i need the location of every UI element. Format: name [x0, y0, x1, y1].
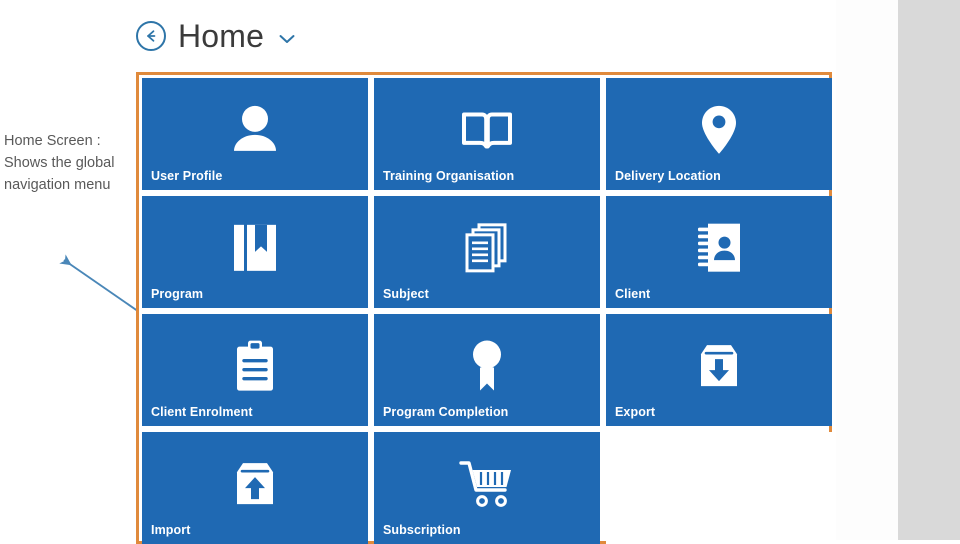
shopping-cart-icon [374, 459, 600, 509]
tile-client[interactable]: Client [606, 196, 832, 308]
tile-export[interactable]: Export [606, 314, 832, 426]
tile-client-enrolment[interactable]: Client Enrolment [142, 314, 368, 426]
right-gutter-shade [898, 0, 960, 540]
back-button[interactable] [136, 21, 166, 51]
back-arrow-circle-icon [143, 28, 159, 44]
stacked-documents-icon [374, 222, 600, 274]
clipboard-icon [142, 339, 368, 393]
tile-label: Client Enrolment [151, 405, 253, 419]
app-header: Home [136, 8, 296, 64]
home-tile-panel: User Profile Training Organisation Deliv… [136, 72, 832, 544]
tile-label: Export [615, 405, 656, 419]
tile-grid: User Profile Training Organisation Deliv… [142, 78, 832, 544]
tile-label: Subject [383, 287, 429, 301]
annotation-text: Home Screen : Shows the global navigatio… [4, 133, 115, 193]
tile-empty-slot [606, 432, 832, 544]
box-download-icon [606, 342, 832, 390]
user-profile-icon [142, 104, 368, 156]
box-upload-icon [142, 460, 368, 508]
tile-label: Training Organisation [383, 169, 515, 183]
tile-user-profile[interactable]: User Profile [142, 78, 368, 190]
tile-label: Subscription [383, 523, 461, 537]
tile-label: User Profile [151, 169, 223, 183]
page-title: Home [178, 18, 265, 54]
annotation-callout: Home Screen : Shows the global navigatio… [4, 130, 130, 196]
address-book-icon [606, 221, 832, 275]
tile-label: Delivery Location [615, 169, 721, 183]
tile-training-organisation[interactable]: Training Organisation [374, 78, 600, 190]
tile-subject[interactable]: Subject [374, 196, 600, 308]
tile-label: Program [151, 287, 204, 301]
open-book-icon [374, 108, 600, 152]
chevron-down-icon[interactable] [278, 33, 296, 45]
tile-subscription[interactable]: Subscription [374, 432, 600, 544]
tile-program-completion[interactable]: Program Completion [374, 314, 600, 426]
bookmarked-book-icon [142, 222, 368, 274]
map-pin-icon [606, 104, 832, 156]
award-ribbon-icon [374, 338, 600, 394]
tile-program[interactable]: Program [142, 196, 368, 308]
tile-label: Program Completion [383, 405, 509, 419]
tile-label: Import [151, 523, 191, 537]
tile-delivery-location[interactable]: Delivery Location [606, 78, 832, 190]
tile-label: Client [615, 287, 651, 301]
tile-import[interactable]: Import [142, 432, 368, 544]
